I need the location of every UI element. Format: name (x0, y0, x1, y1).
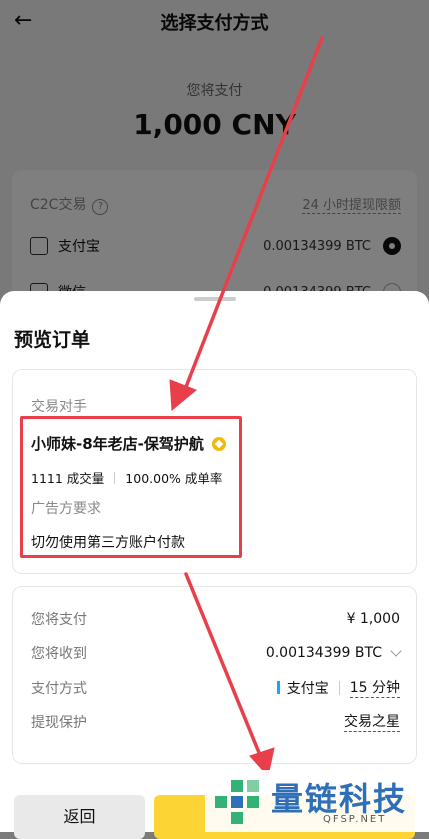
detail-value: ¥ 1,000 (346, 611, 400, 627)
detail-row-pay: 您将支付 ¥ 1,000 (31, 609, 400, 629)
detail-label: 您将支付 (31, 612, 87, 628)
counterparty-label: 交易对手 (31, 399, 87, 415)
divider (338, 680, 340, 695)
annotation-highlight-box (20, 416, 242, 558)
payment-time-limit[interactable]: 15 分钟 (349, 677, 400, 698)
detail-row-method: 支付方式 支付宝 15 分钟 (31, 677, 400, 698)
detail-value: 0.00134399 BTC (265, 645, 382, 661)
drag-handle[interactable] (194, 297, 236, 301)
sheet-title: 预览订单 (14, 329, 91, 351)
method-value: 支付宝 (286, 680, 329, 697)
watermark-logo-icon (215, 780, 259, 824)
method-color-bar (276, 681, 280, 694)
order-preview-sheet: 预览订单 交易对手 小师妹-8年老店-保驾护航 1111 成交量 100.00%… (0, 291, 429, 839)
detail-row-protection: 提现保护 交易之星 (31, 711, 400, 732)
back-button[interactable]: 返回 (14, 795, 145, 839)
detail-row-receive[interactable]: 您将收到 0.00134399 BTC (31, 643, 402, 663)
detail-label: 支付方式 (31, 680, 87, 697)
order-details-card: 您将支付 ¥ 1,000 您将收到 0.00134399 BTC 支付方式 支付… (12, 586, 417, 764)
watermark: 量链科技 QFSP.NET (205, 770, 429, 832)
watermark-domain: QFSP.NET (323, 814, 387, 825)
chevron-down-icon[interactable] (390, 645, 402, 657)
detail-label: 您将收到 (31, 646, 87, 662)
detail-label: 提现保护 (31, 714, 87, 731)
protection-value[interactable]: 交易之星 (344, 711, 400, 732)
